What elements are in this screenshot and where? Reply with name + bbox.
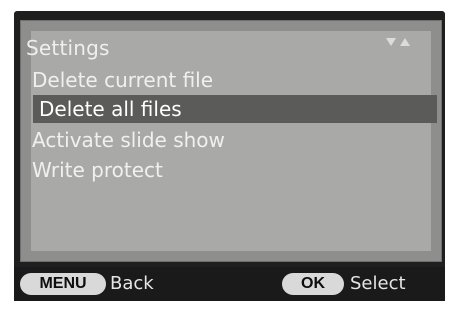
ok-button[interactable]: OK [282,273,344,295]
menu-item-delete-current-file[interactable]: Delete current file [26,66,416,94]
settings-title: Settings [26,36,110,60]
camera-device-screen: Settings Delete current file Delete all … [0,0,452,316]
menu-button[interactable]: MENU [20,273,106,295]
bottom-control-bar: MENU Back OK Select [14,267,445,301]
menu-item-delete-all-files[interactable]: Delete all files [33,95,437,123]
select-label: Select [350,273,406,294]
menu-item-write-protect[interactable]: Write protect [26,156,416,184]
menu-item-activate-slide-show[interactable]: Activate slide show [26,126,416,154]
back-label: Back [110,273,154,294]
